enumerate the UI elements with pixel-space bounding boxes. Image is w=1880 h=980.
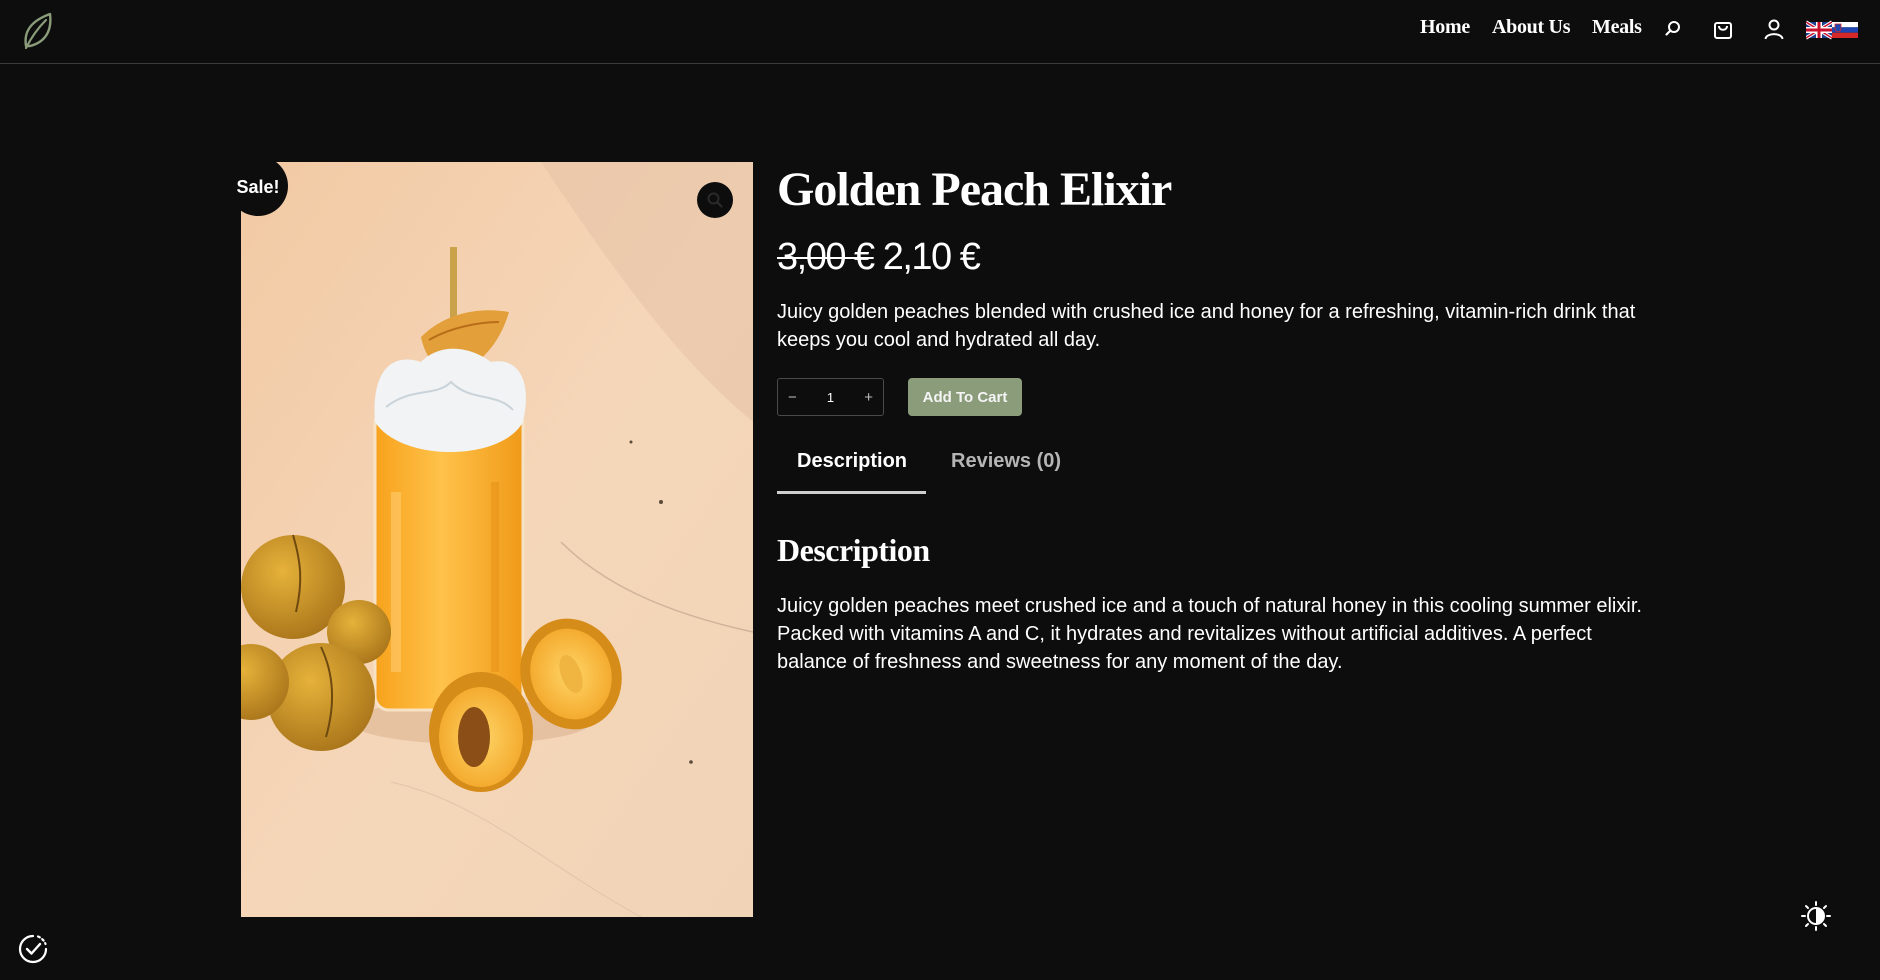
description-body: Juicy golden peaches meet crushed ice an… xyxy=(777,592,1647,676)
product-image[interactable] xyxy=(241,162,753,917)
description-paragraph: Juicy golden peaches meet crushed ice an… xyxy=(777,595,1642,617)
zoom-icon[interactable] xyxy=(697,182,733,218)
price-original: 3,00 € xyxy=(777,236,875,278)
price-sale: 2,10 € xyxy=(882,236,981,278)
product-short-description: Juicy golden peaches blended with crushe… xyxy=(777,301,1636,351)
contrast-toggle-icon[interactable] xyxy=(1800,900,1832,932)
language-flags-icon[interactable] xyxy=(1805,20,1858,40)
sale-badge: Sale! xyxy=(228,156,288,216)
nav-about-us[interactable]: About Us xyxy=(1492,16,1570,42)
quantity-stepper[interactable]: − 1 + xyxy=(777,378,884,416)
site-header: Home About Us Meals xyxy=(0,0,1880,64)
cookie-consent-icon[interactable] xyxy=(16,932,50,966)
user-icon[interactable] xyxy=(1761,16,1787,42)
product-tabs: Description Reviews (0) xyxy=(777,440,1677,494)
product-price: 3,00 € 2,10 € xyxy=(777,236,1677,278)
tab-reviews[interactable]: Reviews (0) xyxy=(951,450,1061,473)
product-summary: Golden Peach Elixir 3,00 € 2,10 € Juicy … xyxy=(777,160,1677,676)
product-title: Golden Peach Elixir xyxy=(777,163,1172,216)
nav-meals[interactable]: Meals xyxy=(1592,16,1642,42)
search-icon[interactable] xyxy=(1660,16,1686,42)
shopping-bag-icon[interactable] xyxy=(1710,16,1736,42)
leaf-logo-icon[interactable] xyxy=(18,8,58,52)
quantity-increase-button[interactable]: + xyxy=(864,389,873,406)
description-paragraph: Packed with vitamins A and C, it hydrate… xyxy=(777,623,1592,673)
active-tab-indicator xyxy=(777,491,926,494)
tab-description[interactable]: Description xyxy=(797,450,907,473)
quantity-decrease-button[interactable]: − xyxy=(788,389,797,406)
add-to-cart-button[interactable]: Add To Cart xyxy=(908,378,1022,416)
description-heading: Description xyxy=(777,532,930,568)
add-to-cart-row: − 1 + Add To Cart xyxy=(777,378,1677,416)
quantity-input[interactable]: 1 xyxy=(827,390,834,405)
nav-home[interactable]: Home xyxy=(1420,16,1470,42)
